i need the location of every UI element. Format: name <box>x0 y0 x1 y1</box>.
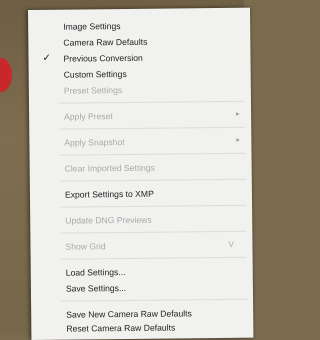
menu-item-label: Load Settings... <box>65 266 126 278</box>
submenu-arrow-icon: ▸ <box>236 136 240 144</box>
menu-item-label: Show Grid <box>65 241 106 252</box>
menu-item-update-dng-previews[interactable]: Update DNG Previews <box>30 212 252 228</box>
menu-separator <box>60 256 247 260</box>
camera-raw-settings-menu: Image Settings Camera Raw Defaults ✓ Pre… <box>28 7 254 340</box>
submenu-arrow-icon: ▸ <box>236 110 240 118</box>
menu-item-preset-settings[interactable]: Preset Settings <box>29 82 251 98</box>
menu-separator <box>60 204 247 208</box>
menu-item-show-grid[interactable]: Show Grid V <box>30 238 252 254</box>
menu-item-label: Save New Camera Raw Defaults <box>66 308 192 320</box>
menu-item-label: Image Settings <box>63 21 121 32</box>
menu-item-label: Preset Settings <box>63 85 123 96</box>
menu-item-label: Export Settings to XMP <box>64 188 154 200</box>
menu-separator <box>61 298 248 302</box>
menu-separator <box>59 126 246 130</box>
menu-item-label: Clear Imported Settings <box>64 162 155 174</box>
menu-item-label: Camera Raw Defaults <box>63 36 148 48</box>
menu-item-image-settings[interactable]: Image Settings <box>28 18 250 34</box>
menu-item-load-settings[interactable]: Load Settings... <box>31 264 253 280</box>
checkmark-icon: ✓ <box>42 52 51 64</box>
menu-item-label: Apply Preset <box>64 111 113 122</box>
menu-item-previous-conversion[interactable]: ✓ Previous Conversion <box>28 50 250 66</box>
menu-item-label: Previous Conversion <box>63 52 143 64</box>
menu-item-label: Custom Settings <box>63 68 127 80</box>
menu-separator <box>60 230 247 234</box>
menu-item-reset-camera-raw-defaults[interactable]: Reset Camera Raw Defaults <box>31 320 253 336</box>
menu-item-apply-snapshot[interactable]: Apply Snapshot ▸ <box>29 134 251 150</box>
menu-separator <box>59 178 246 182</box>
menu-item-apply-preset[interactable]: Apply Preset ▸ <box>29 108 251 124</box>
menu-item-save-settings[interactable]: Save Settings... <box>31 280 253 296</box>
menu-separator <box>59 152 246 156</box>
menu-item-label: Apply Snapshot <box>64 136 125 148</box>
menu-item-label: Reset Camera Raw Defaults <box>66 322 176 334</box>
menu-item-custom-settings[interactable]: Custom Settings <box>29 66 251 82</box>
menu-item-label: Save Settings... <box>65 282 127 294</box>
menu-item-label: Update DNG Previews <box>65 214 152 226</box>
menu-item-camera-raw-defaults[interactable]: Camera Raw Defaults <box>28 34 250 50</box>
menu-separator <box>58 100 245 104</box>
menu-item-export-settings-to-xmp[interactable]: Export Settings to XMP <box>30 186 252 202</box>
menu-item-clear-imported-settings[interactable]: Clear Imported Settings <box>30 160 252 176</box>
menu-item-shortcut: V <box>228 239 234 249</box>
